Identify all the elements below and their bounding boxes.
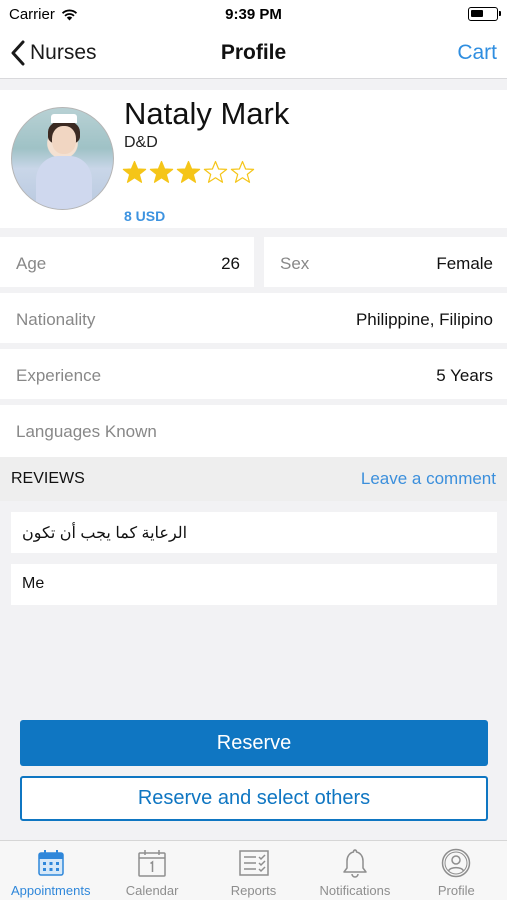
review-item: Me [11, 564, 497, 605]
experience-value: 5 Years [436, 366, 493, 385]
nationality-label: Nationality [16, 310, 96, 329]
tab-notifications[interactable]: Notifications [304, 841, 405, 900]
bell-icon [343, 849, 367, 878]
tab-profile[interactable]: Profile [406, 841, 507, 900]
battery-icon [468, 7, 501, 21]
profile-icon [442, 848, 471, 878]
age-value: 26 [221, 254, 240, 273]
review-text: Me [22, 575, 45, 592]
review-text: الرعاية كما يجب أن تكون [22, 525, 188, 542]
sex-label: Sex [280, 254, 310, 273]
reserve-select-others-button[interactable]: Reserve and select others [20, 776, 488, 821]
star-filled-icon [149, 160, 174, 183]
leave-comment-link[interactable]: Leave a comment [361, 469, 496, 489]
navigation-bar: Nurses Profile Cart [0, 28, 507, 79]
star-filled-icon [122, 160, 147, 183]
sex-value: Female [436, 254, 493, 273]
nurse-company: D&D [124, 134, 158, 151]
tab-label: Calendar [125, 883, 179, 898]
tab-label: Reports [230, 883, 277, 898]
clock: 9:39 PM [225, 6, 282, 23]
reviews-header: REVIEWS Leave a comment [0, 457, 507, 501]
star-filled-icon [176, 160, 201, 183]
tab-label: Appointments [10, 883, 91, 898]
page-title: Profile [220, 41, 287, 64]
cart-button[interactable]: Cart [457, 41, 497, 65]
nationality-value: Philippine, Filipino [355, 310, 493, 329]
profile-header: Nataly Mark D&D 8 USD [0, 90, 507, 228]
reports-icon [238, 850, 269, 876]
status-bar: Carrier 9:39 PM [0, 0, 507, 28]
star-empty-icon [203, 160, 228, 183]
experience-row: Experience 5 Years [0, 349, 507, 399]
appointments-icon [37, 850, 64, 876]
rating-stars [122, 160, 255, 185]
nationality-row: Nationality Philippine, Filipino [0, 293, 507, 343]
tab-reports[interactable]: Reports [203, 841, 304, 900]
experience-label: Experience [16, 366, 102, 385]
nurse-avatar [11, 107, 114, 210]
star-empty-icon [230, 160, 255, 183]
tab-bar: Appointments Calendar Reports Notificati… [0, 840, 507, 900]
tab-appointments[interactable]: Appointments [0, 841, 101, 900]
age-label: Age [16, 254, 47, 273]
sex-row: Sex Female [264, 237, 507, 287]
languages-row: Languages Known [0, 405, 507, 457]
tab-label: Notifications [319, 883, 391, 898]
reserve-button[interactable]: Reserve [20, 720, 488, 766]
reviews-title: REVIEWS [11, 470, 85, 487]
tab-label: Profile [437, 883, 475, 898]
nurse-name: Nataly Mark [124, 96, 290, 131]
calendar-icon [138, 850, 166, 877]
languages-label: Languages Known [16, 422, 157, 441]
age-row: Age 26 [0, 237, 254, 287]
review-item: الرعاية كما يجب أن تكون [11, 512, 497, 553]
nurse-price: 8 USD [124, 208, 166, 224]
tab-calendar[interactable]: Calendar [101, 841, 202, 900]
